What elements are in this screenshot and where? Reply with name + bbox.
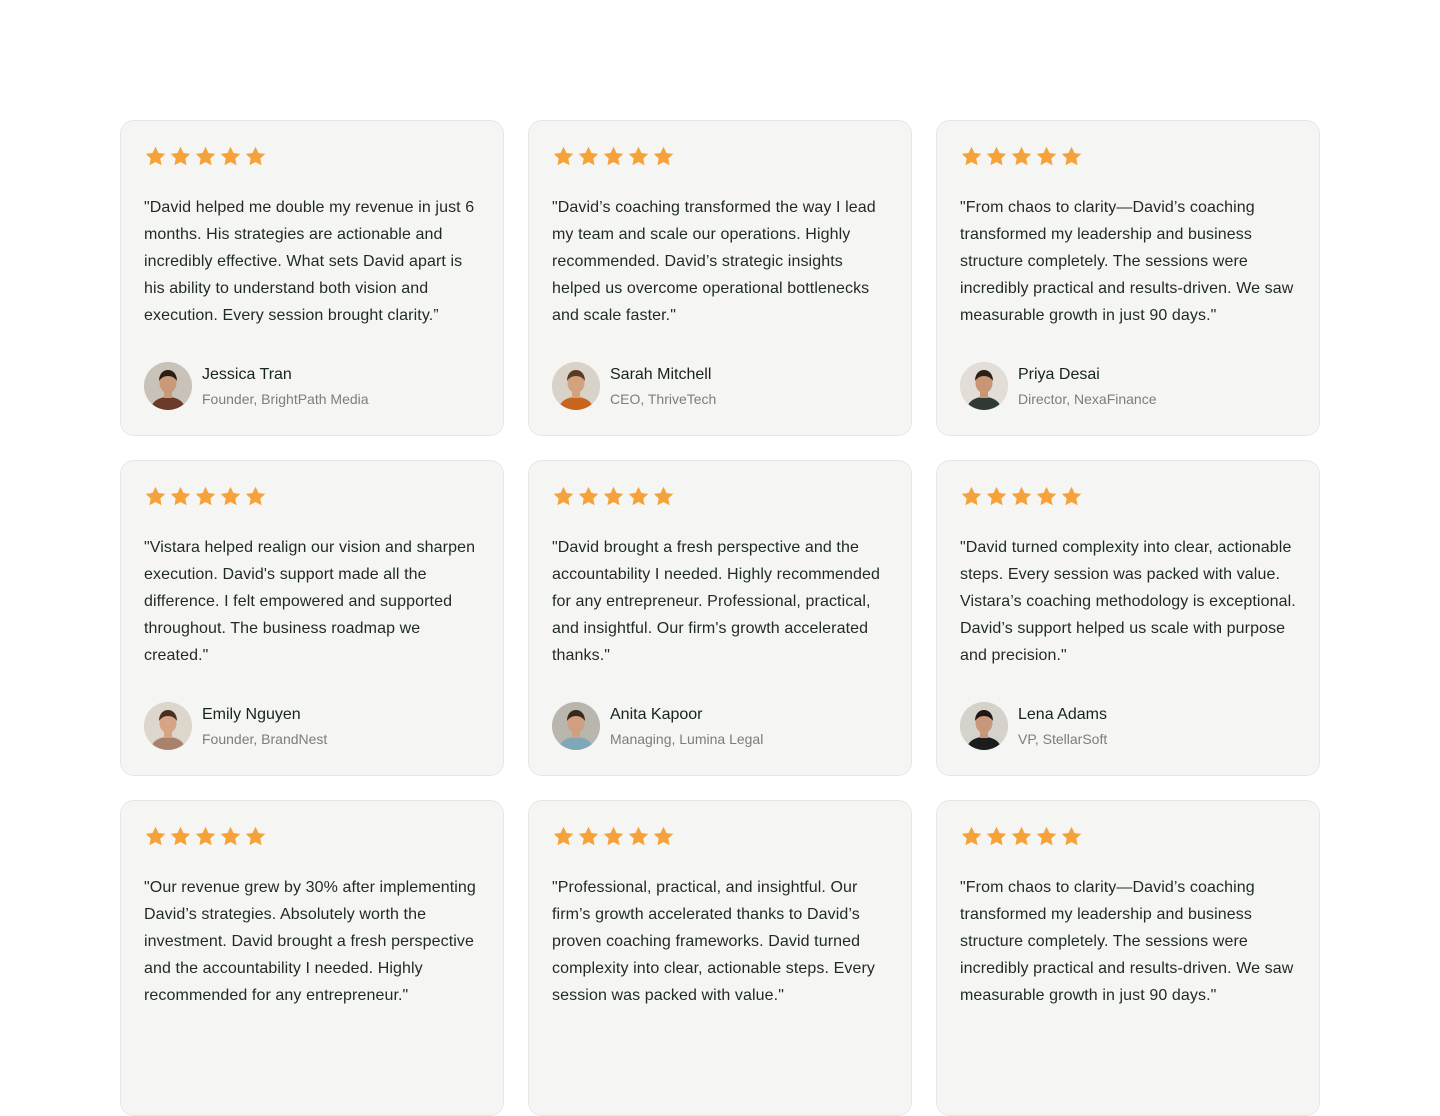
star-icon: [577, 485, 600, 508]
testimonial-author: Jessica Tran Founder, BrightPath Media: [144, 362, 369, 410]
avatar: [144, 362, 192, 410]
star-icon: [169, 825, 192, 848]
star-icon: [219, 485, 242, 508]
star-icon: [244, 485, 267, 508]
star-icon: [244, 825, 267, 848]
star-icon: [244, 145, 267, 168]
testimonial-card: "David helped me double my revenue in ju…: [120, 120, 504, 436]
testimonial-quote: "David brought a fresh perspective and t…: [552, 539, 881, 664]
star-icon: [144, 825, 167, 848]
star-icon: [1060, 825, 1083, 848]
testimonial-card: "From chaos to clarity—David’s coaching …: [936, 800, 1320, 1116]
author-name: Priya Desai: [1018, 365, 1100, 383]
star-icon: [194, 485, 217, 508]
star-icon: [577, 825, 600, 848]
star-rating: [144, 484, 480, 508]
star-icon: [652, 145, 675, 168]
author-role: Director, NexaFinance: [1018, 390, 1157, 407]
testimonial-quote: "From chaos to clarity—David’s coaching …: [960, 199, 1294, 324]
star-icon: [144, 485, 167, 508]
star-rating: [960, 824, 1296, 848]
star-icon: [652, 825, 675, 848]
star-icon: [552, 485, 575, 508]
star-icon: [1035, 825, 1058, 848]
star-icon: [144, 145, 167, 168]
star-icon: [627, 825, 650, 848]
star-icon: [552, 825, 575, 848]
testimonial-card: "Professional, practical, and insightful…: [528, 800, 912, 1116]
testimonial-author: Sarah Mitchell CEO, ThriveTech: [552, 362, 716, 410]
star-rating: [960, 144, 1296, 168]
testimonials-grid: "David helped me double my revenue in ju…: [120, 120, 1320, 1116]
testimonial-quote: "Vistara helped realign our vision and s…: [144, 539, 476, 664]
author-name: Jessica Tran: [202, 365, 292, 383]
star-icon: [985, 485, 1008, 508]
testimonial-card: "David brought a fresh perspective and t…: [528, 460, 912, 776]
star-icon: [169, 145, 192, 168]
star-icon: [985, 825, 1008, 848]
author-role: Managing, Lumina Legal: [610, 730, 764, 747]
star-icon: [652, 485, 675, 508]
avatar: [960, 702, 1008, 750]
star-icon: [627, 485, 650, 508]
star-rating: [144, 144, 480, 168]
star-icon: [1010, 825, 1033, 848]
star-icon: [1060, 485, 1083, 508]
star-icon: [985, 145, 1008, 168]
star-rating: [552, 144, 888, 168]
star-rating: [960, 484, 1296, 508]
star-rating: [552, 484, 888, 508]
testimonial-quote: "Professional, practical, and insightful…: [552, 879, 875, 1004]
author-name: Lena Adams: [1018, 705, 1107, 723]
star-icon: [602, 485, 625, 508]
testimonial-author: Lena Adams VP, StellarSoft: [960, 702, 1107, 750]
author-name: Sarah Mitchell: [610, 365, 712, 383]
testimonial-quote: "David’s coaching transformed the way I …: [552, 199, 876, 324]
star-icon: [602, 145, 625, 168]
star-icon: [960, 485, 983, 508]
star-icon: [552, 145, 575, 168]
testimonial-quote: "Our revenue grew by 30% after implement…: [144, 879, 476, 1004]
star-icon: [169, 485, 192, 508]
star-icon: [577, 145, 600, 168]
avatar: [552, 362, 600, 410]
avatar: [960, 362, 1008, 410]
author-role: CEO, ThriveTech: [610, 390, 717, 407]
author-name: Emily Nguyen: [202, 705, 301, 723]
star-icon: [1010, 485, 1033, 508]
testimonial-card: "David’s coaching transformed the way I …: [528, 120, 912, 436]
testimonial-card: "Vistara helped realign our vision and s…: [120, 460, 504, 776]
star-icon: [602, 825, 625, 848]
testimonial-author: Priya Desai Director, NexaFinance: [960, 362, 1157, 410]
testimonial-quote: "David turned complexity into clear, act…: [960, 539, 1296, 664]
star-icon: [1060, 145, 1083, 168]
testimonial-quote: "David helped me double my revenue in ju…: [144, 199, 475, 324]
avatar: [552, 702, 600, 750]
star-icon: [1035, 485, 1058, 508]
star-icon: [219, 145, 242, 168]
star-icon: [1010, 145, 1033, 168]
star-icon: [194, 145, 217, 168]
author-role: VP, StellarSoft: [1018, 730, 1108, 747]
star-rating: [144, 824, 480, 848]
star-icon: [960, 825, 983, 848]
testimonial-card: "David turned complexity into clear, act…: [936, 460, 1320, 776]
testimonial-author: Anita Kapoor Managing, Lumina Legal: [552, 702, 763, 750]
testimonial-card: "Our revenue grew by 30% after implement…: [120, 800, 504, 1116]
star-icon: [627, 145, 650, 168]
star-icon: [219, 825, 242, 848]
testimonial-quote: "From chaos to clarity—David’s coaching …: [960, 879, 1294, 1004]
avatar: [144, 702, 192, 750]
star-icon: [194, 825, 217, 848]
testimonial-author: Emily Nguyen Founder, BrandNest: [144, 702, 327, 750]
testimonial-card: "From chaos to clarity—David’s coaching …: [936, 120, 1320, 436]
author-role: Founder, BrightPath Media: [202, 390, 369, 407]
author-name: Anita Kapoor: [610, 705, 703, 723]
star-rating: [552, 824, 888, 848]
author-role: Founder, BrandNest: [202, 730, 328, 747]
star-icon: [1035, 145, 1058, 168]
star-icon: [960, 145, 983, 168]
